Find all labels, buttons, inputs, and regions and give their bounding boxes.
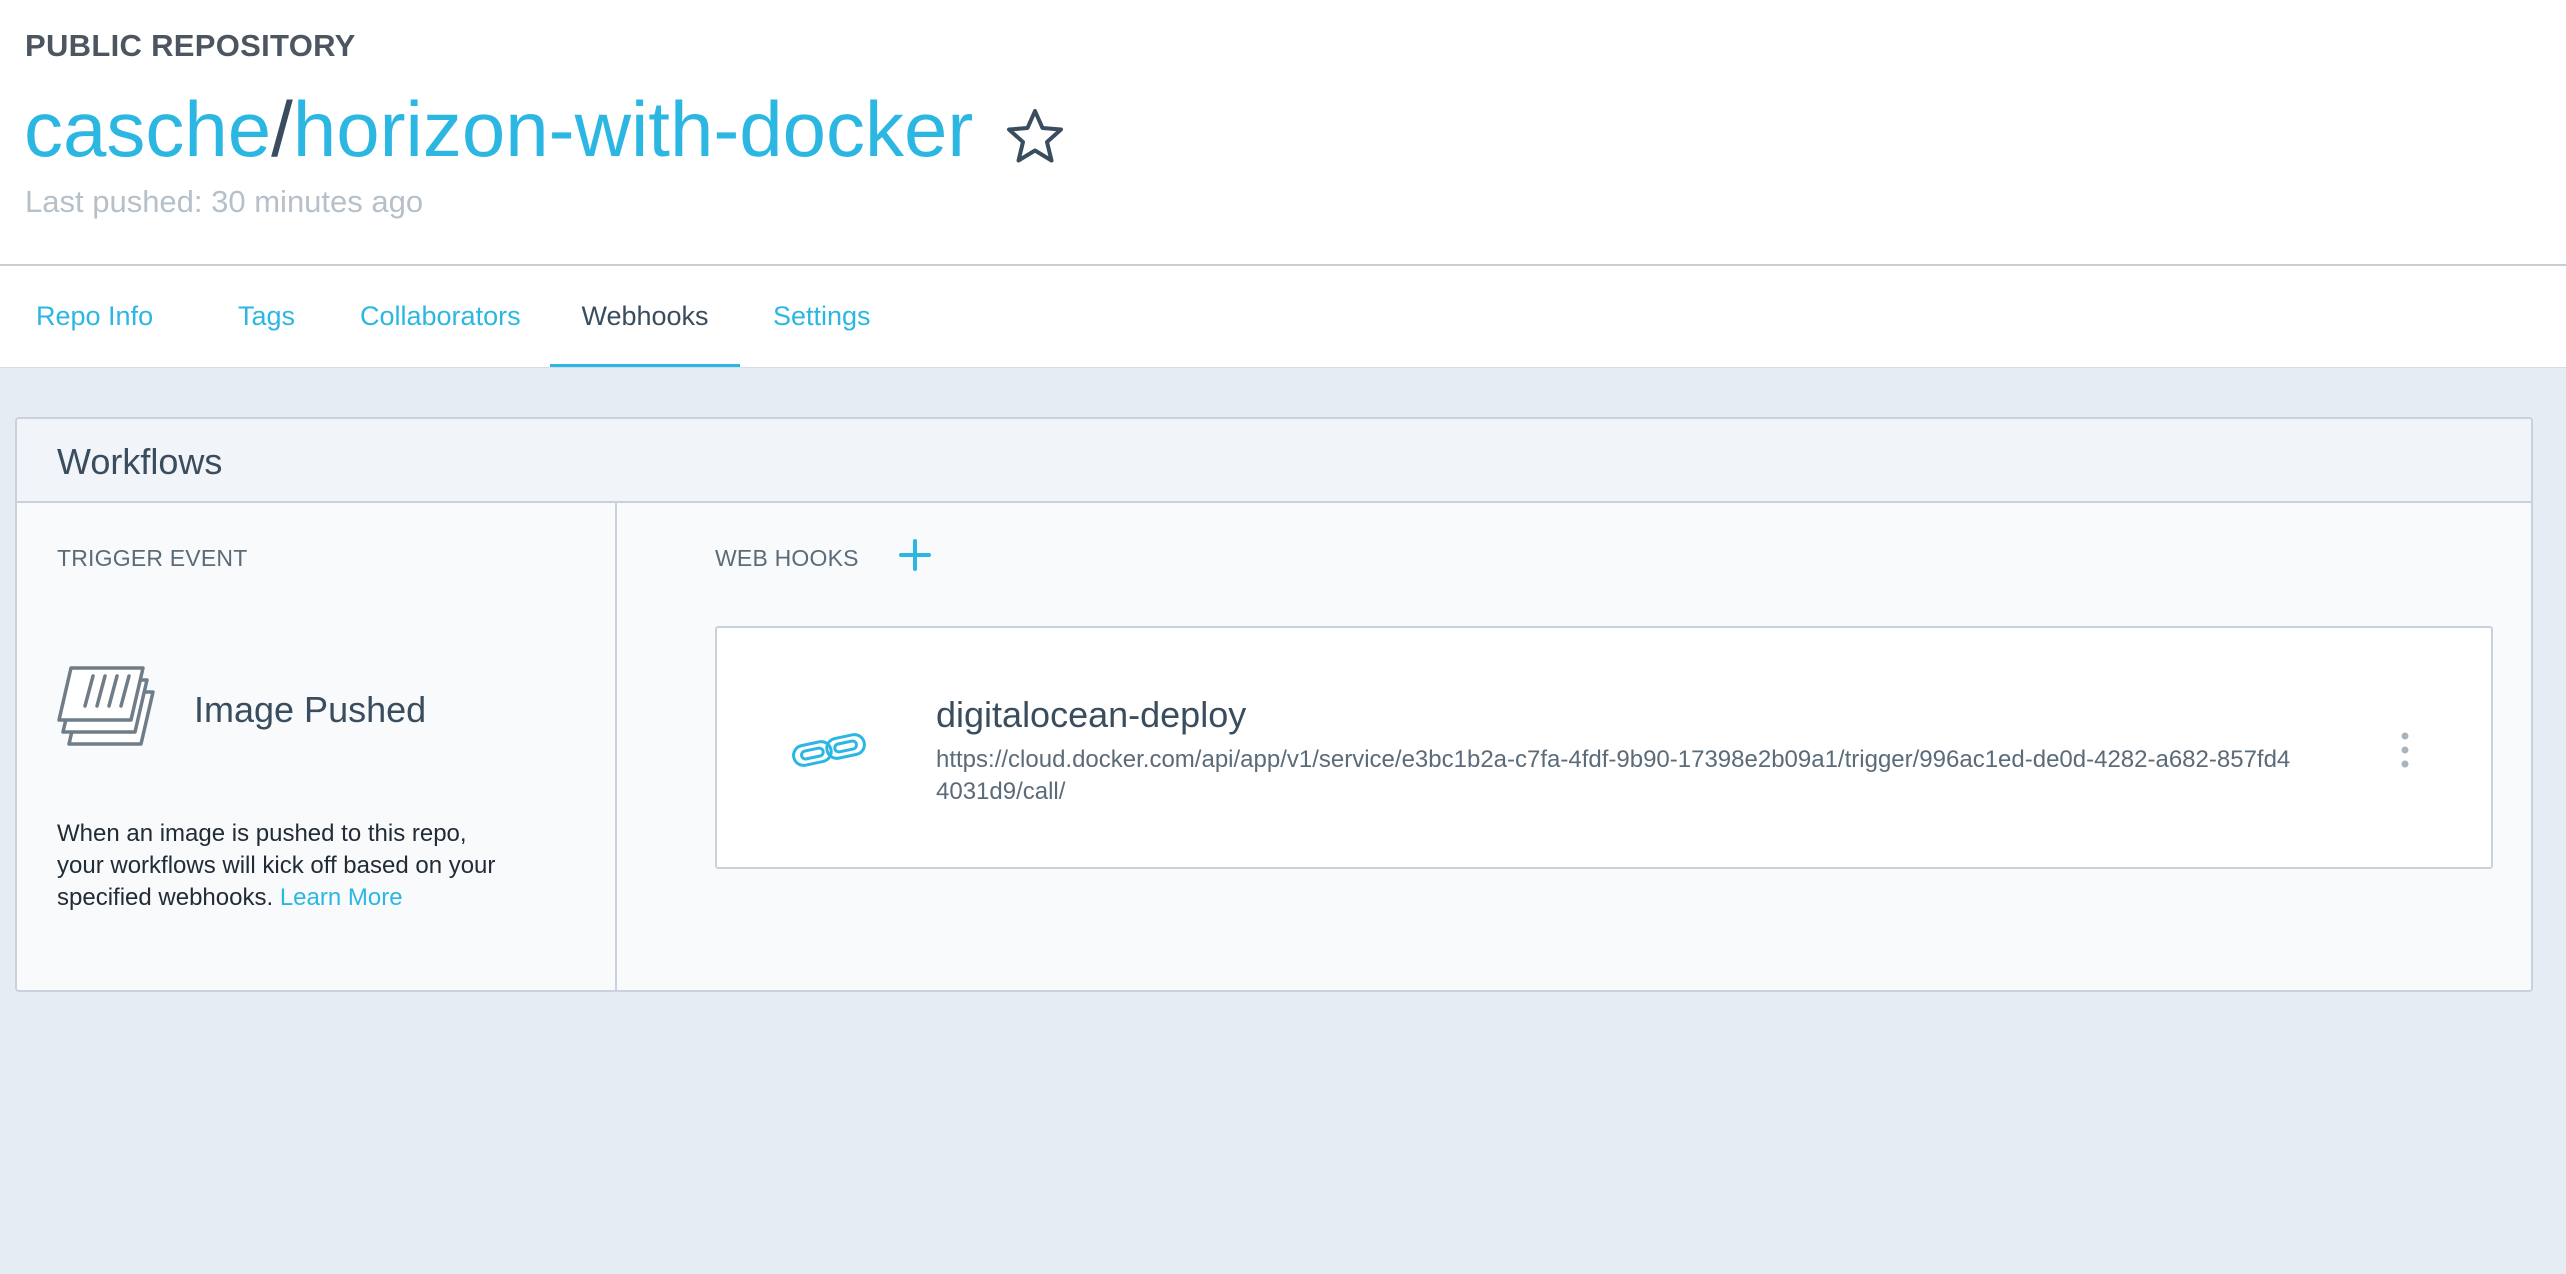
tab-collaborators[interactable]: Collaborators bbox=[360, 266, 530, 367]
webhook-name[interactable]: digitalocean-deploy bbox=[936, 694, 1246, 736]
webhook-url: https://cloud.docker.com/api/app/v1/serv… bbox=[936, 746, 2291, 805]
tab-settings[interactable]: Settings bbox=[773, 266, 883, 367]
namespace-link[interactable]: casche bbox=[24, 84, 271, 174]
last-pushed-text: Last pushed: 30 minutes ago bbox=[25, 184, 424, 219]
plus-icon[interactable] bbox=[899, 539, 931, 571]
webhooks-label: WEB HOOKS bbox=[715, 545, 859, 571]
repo-header: PUBLIC REPOSITORY casche / horizon-with-do… bbox=[0, 0, 2566, 266]
workflows-title: Workflows bbox=[57, 441, 223, 482]
tab-repo-info[interactable]: Repo Info bbox=[36, 266, 176, 367]
workflows-panel-header: Workflows bbox=[17, 419, 2531, 503]
webhook-card: digitalocean-deploy https://cloud.docker… bbox=[715, 626, 2493, 869]
title-separator: / bbox=[271, 85, 293, 173]
more-vertical-icon[interactable] bbox=[2395, 730, 2415, 770]
tab-webhooks[interactable]: Webhooks bbox=[550, 266, 740, 367]
trigger-description-text: When an image is pushed to this repo, yo… bbox=[57, 820, 496, 911]
learn-more-link[interactable]: Learn More bbox=[280, 884, 403, 911]
tab-tags[interactable]: Tags bbox=[238, 266, 298, 367]
webhooks-column: WEB HOOKS digitalocean-deploy https://cl… bbox=[617, 503, 2531, 990]
repo-visibility-label: PUBLIC REPOSITORY bbox=[25, 28, 356, 63]
repo-tabs: Repo Info Tags Collaborators Webhooks Se… bbox=[0, 266, 2566, 368]
workflows-panel: Workflows TRIGGER EVENT Image Pushed Whe… bbox=[15, 417, 2533, 992]
layers-icon bbox=[57, 658, 169, 750]
trigger-event-description: When an image is pushed to this repo, yo… bbox=[57, 818, 497, 914]
trigger-event-label: TRIGGER EVENT bbox=[57, 545, 248, 571]
star-icon[interactable] bbox=[1003, 97, 1067, 163]
repo-name-link[interactable]: horizon-with-docker bbox=[293, 84, 974, 174]
trigger-event-name: Image Pushed bbox=[194, 689, 427, 730]
trigger-event-column: TRIGGER EVENT Image Pushed When an image… bbox=[17, 503, 617, 990]
repo-title: casche / horizon-with-docker bbox=[24, 84, 1067, 174]
link-icon bbox=[789, 730, 869, 770]
